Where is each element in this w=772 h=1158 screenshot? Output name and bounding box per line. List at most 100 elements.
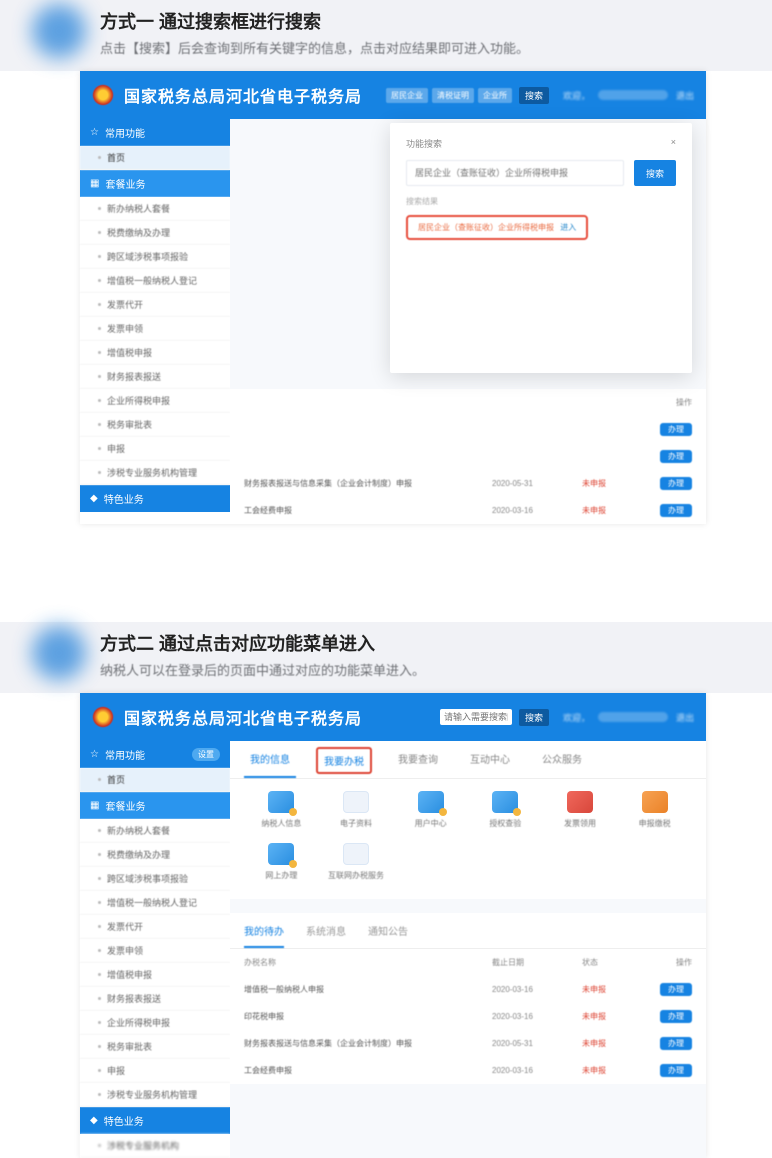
sidebar: ☆ 常用功能 设置 首页 ▦ 套餐业务 新办纳税人套餐 税费缴纳及办理 跨区域涉… (80, 741, 230, 1158)
sidebar-item[interactable]: 跨区域涉税事项报验 (80, 245, 230, 269)
tab-interact[interactable]: 互动中心 (464, 751, 516, 778)
app-item[interactable]: 互联网办税服务 (319, 843, 394, 881)
decorative-dot (32, 626, 86, 680)
action-button[interactable]: 办理 (660, 1064, 692, 1077)
sidebar-item[interactable]: 申报 (80, 1059, 230, 1083)
app-icon (268, 791, 294, 813)
cell-date: 2020-05-31 (492, 479, 582, 488)
sidebar-cat-common[interactable]: ☆ 常用功能 设置 (80, 741, 230, 768)
sidebar-item[interactable]: 发票代开 (80, 915, 230, 939)
app-label: 纳税人信息 (261, 818, 301, 829)
app-item[interactable]: 发票领用 (543, 791, 618, 829)
sidebar-item[interactable]: 发票申领 (80, 317, 230, 341)
sidebar-item[interactable]: 财务报表报送 (80, 987, 230, 1011)
cat-label: 套餐业务 (105, 176, 145, 191)
sidebar-item[interactable]: 发票申领 (80, 939, 230, 963)
th-status: 状态 (582, 957, 642, 968)
modal-search-button[interactable]: 搜索 (634, 160, 676, 186)
action-button[interactable]: 办理 (660, 450, 692, 463)
sidebar-cat-package[interactable]: ▦ 套餐业务 (80, 170, 230, 197)
action-button[interactable]: 办理 (660, 477, 692, 490)
logout-link[interactable]: 退出 (676, 711, 694, 724)
app-icon (567, 791, 593, 813)
action-button[interactable]: 办理 (660, 983, 692, 996)
cat-icon: ☆ (90, 749, 99, 760)
sidebar-item[interactable]: 增值税申报 (80, 341, 230, 365)
sidebar-cat-common[interactable]: ☆ 常用功能 (80, 119, 230, 146)
app-title: 国家税务总局河北省电子税务局 (124, 705, 440, 729)
header-search-input[interactable] (440, 709, 512, 725)
header-search-button[interactable]: 搜索 (519, 87, 549, 104)
logout-link[interactable]: 退出 (676, 89, 694, 102)
modal-search-input[interactable] (406, 160, 624, 186)
sidebar-item[interactable]: 新办纳税人套餐 (80, 197, 230, 221)
cat-icon: ◆ (90, 1115, 98, 1126)
table-row: 印花税申报 2020-03-16 未申报 办理 (230, 1003, 706, 1030)
sidebar-item[interactable]: 税务审批表 (80, 1035, 230, 1059)
action-button[interactable]: 办理 (660, 1010, 692, 1023)
sidebar-item[interactable]: 涉税专业服务机构管理 (80, 1083, 230, 1107)
app-screenshot-1: 国家税务总局河北省电子税务局 居民企业 清税证明 企业所 搜索 欢迎， 退出 ☆… (80, 71, 706, 524)
modal-result-item[interactable]: 居民企业（查账征收）企业所得税申报 进入 (406, 215, 588, 240)
sidebar-item[interactable]: 税务审批表 (80, 413, 230, 437)
app-icon (343, 843, 369, 865)
action-button[interactable]: 办理 (660, 423, 692, 436)
app-label: 电子资料 (340, 818, 372, 829)
action-button[interactable]: 办理 (660, 1037, 692, 1050)
tab-my-info[interactable]: 我的信息 (244, 751, 296, 778)
tab-public[interactable]: 公众服务 (536, 751, 588, 778)
sidebar-item[interactable]: 申报 (80, 437, 230, 461)
app-icon (492, 791, 518, 813)
cat-badge[interactable]: 设置 (192, 748, 220, 761)
app-label: 用户中心 (415, 818, 447, 829)
app-label: 互联网办税服务 (328, 870, 384, 881)
panel-tab-msg[interactable]: 系统消息 (306, 923, 346, 948)
app-item[interactable]: 申报缴税 (617, 791, 692, 829)
sidebar-cat-package[interactable]: ▦ 套餐业务 (80, 792, 230, 819)
sidebar-item[interactable]: 税费缴纳及办理 (80, 221, 230, 245)
table-row: 财务报表报送与信息采集（企业会计制度）申报 2020-05-31 未申报 办理 (230, 470, 706, 497)
header-tag: 清税证明 (432, 88, 474, 103)
cat-label: 套餐业务 (105, 798, 145, 813)
sidebar-item[interactable]: 税费缴纳及办理 (80, 843, 230, 867)
app-item[interactable]: 电子资料 (319, 791, 394, 829)
cell-date: 2020-03-16 (492, 1012, 582, 1021)
header-search-button[interactable]: 搜索 (519, 709, 549, 726)
cat-icon: ◆ (90, 493, 98, 504)
action-button[interactable]: 办理 (660, 504, 692, 517)
sidebar-cat-special[interactable]: ◆ 特色业务 (80, 1107, 230, 1134)
sidebar-item[interactable]: 财务报表报送 (80, 365, 230, 389)
panel-tab-todo[interactable]: 我的待办 (244, 923, 284, 948)
cell-name: 增值税一般纳税人申报 (244, 984, 492, 995)
cell-status: 未申报 (582, 1011, 642, 1022)
sidebar-item[interactable]: 新办纳税人套餐 (80, 819, 230, 843)
sidebar-item[interactable]: 企业所得税申报 (80, 389, 230, 413)
app-header: 国家税务总局河北省电子税务局 搜索 欢迎， 退出 (80, 693, 706, 741)
table-row: 增值税一般纳税人申报 2020-03-16 未申报 办理 (230, 976, 706, 1003)
sidebar-item[interactable]: 首页 (80, 146, 230, 170)
tab-query[interactable]: 我要查询 (392, 751, 444, 778)
sidebar-cat-special[interactable]: ◆ 特色业务 (80, 485, 230, 512)
sidebar-item[interactable]: 涉税专业服务机构管理 (80, 461, 230, 485)
sidebar-item[interactable]: 增值税一般纳税人登记 (80, 891, 230, 915)
sidebar-item[interactable]: 企业所得税申报 (80, 1011, 230, 1035)
sidebar-item[interactable]: 增值税申报 (80, 963, 230, 987)
tab-do-tax[interactable]: 我要办税 (316, 747, 372, 774)
app-item[interactable]: 授权查验 (468, 791, 543, 829)
modal-close-icon[interactable]: × (671, 137, 676, 150)
modal-title: 功能搜索 (406, 137, 442, 150)
sidebar-item[interactable]: 增值税一般纳税人登记 (80, 269, 230, 293)
sidebar-item[interactable]: 首页 (80, 768, 230, 792)
app-icon (418, 791, 444, 813)
sidebar-item[interactable]: 跨区域涉税事项报验 (80, 867, 230, 891)
sidebar-item-extra[interactable]: 涉税专业服务机构 (80, 1134, 230, 1158)
table-row: 工会经费申报 2020-03-16 未申报 办理 (230, 1057, 706, 1084)
app-item[interactable]: 网上办理 (244, 843, 319, 881)
main-area: 操作 办理 办理 财务报表报送与信息采集（企业会计制度）申报 2020-05-3 (230, 119, 706, 524)
modal-result-go[interactable]: 进入 (560, 223, 576, 232)
table-row: 办理 (230, 443, 706, 470)
app-item[interactable]: 纳税人信息 (244, 791, 319, 829)
panel-tab-notice[interactable]: 通知公告 (368, 923, 408, 948)
sidebar-item[interactable]: 发票代开 (80, 293, 230, 317)
app-item[interactable]: 用户中心 (393, 791, 468, 829)
